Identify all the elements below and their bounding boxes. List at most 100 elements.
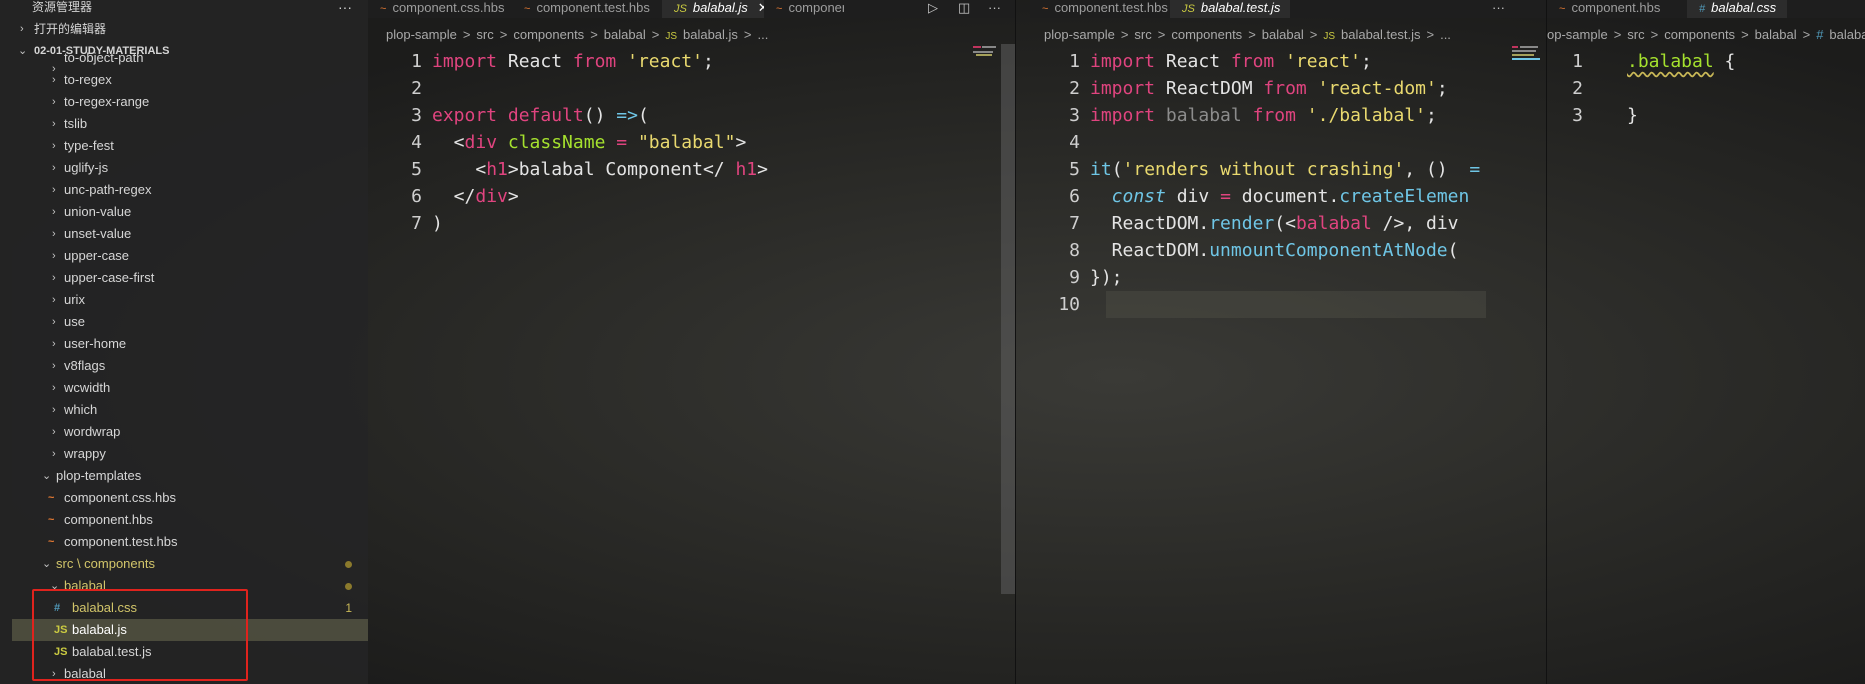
tree-item-package[interactable]: › union-value [12,201,368,223]
tree-item-package[interactable]: › unc-path-regex [12,179,368,201]
code-text: .balabal { [1627,48,1735,75]
tree-item-label: to-regex-range [64,94,150,109]
breadcrumb-item[interactable]: components [513,27,584,42]
breadcrumb-item[interactable]: ... [758,27,769,42]
breadcrumb: plop-sample > src > components > balabal > JS bal… [1044,26,1457,44]
tree-item-label: wrappy [64,446,106,461]
tree-item-package[interactable]: › to-regex-range [12,91,368,113]
tree-item-src-components[interactable]: ⌄ src \ components [12,553,368,575]
tree-item-label: to-regex [64,72,112,87]
breadcrumb-item[interactable]: components [1664,27,1735,42]
more-actions-button[interactable]: ··· [988,0,1001,18]
code-line: 9}); [1030,264,1546,291]
code-text: it('renders without crashing', () = [1090,156,1480,183]
more-actions-button[interactable]: ··· [1492,0,1505,18]
code-token: import [1090,51,1156,72]
breadcrumb-separator: > [1650,27,1659,42]
tab-balabal-test-js[interactable]: JSbalabal.test.js✕ [1170,0,1290,18]
chevron-right-icon: › [52,382,56,394]
code-line: 10 [1030,291,1546,318]
split-editor-icon[interactable]: ◫ [958,0,970,18]
code-token: </ [432,186,476,207]
tree-item-package[interactable]: › uglify-js [12,157,368,179]
breadcrumb-item[interactable]: src [1627,27,1644,42]
breadcrumb-item[interactable]: balabal.js [683,27,738,42]
breadcrumb-item[interactable]: op-sample [1547,27,1608,42]
code-token: />, div [1382,213,1459,234]
tree-item-package[interactable]: › urix [12,289,368,311]
code-line: 2 import ReactDOM from 'react-dom'; [1030,75,1546,102]
tree-item-package[interactable]: › wcwidth [12,377,368,399]
tab-component-test-hbs[interactable]: ~ component.test.hbs [512,0,656,18]
tree-item-package[interactable]: › to-regex [12,69,368,91]
tree-item-label: type-fest [64,138,114,153]
tab-componer[interactable]: ~ componer [764,0,844,18]
tree-item-package[interactable]: › upper-case [12,245,368,267]
breadcrumb-item[interactable]: ... [1440,27,1451,42]
vertical-scrollbar[interactable] [1001,44,1015,594]
tree-item-package[interactable]: › upper-case-first [12,267,368,289]
tree-item-label: upper-case-first [64,270,155,285]
breadcrumb-item[interactable]: balabal [1262,27,1304,42]
minimap[interactable] [973,44,1003,58]
tree-item-package[interactable]: › wordwrap [12,421,368,443]
code-editor[interactable]: 1 import React from 'react'; 2 3 export defa… [368,48,1015,237]
breadcrumb-item[interactable]: balabal [604,27,646,42]
tree-item-package[interactable]: › unset-value [12,223,368,245]
breadcrumb-item[interactable]: balabal.test.js [1341,27,1421,42]
tree-item-package[interactable]: › user-home [12,333,368,355]
tree-item-package[interactable]: › wrappy [12,443,368,465]
tree-item-label: which [64,402,98,417]
tree-item-package[interactable]: › tslib [12,113,368,135]
modified-dot-icon [345,583,352,590]
pane-divider[interactable] [1015,0,1016,684]
js-file-icon[interactable]: JS [665,31,677,42]
tree-item-package[interactable]: › v8flags [12,355,368,377]
line-number: 1 [1069,51,1080,72]
tab-component-css-hbs[interactable]: ~ component.css.hbs [368,0,506,18]
tab-component-hbs[interactable]: ~ component.hbs [1547,0,1687,18]
breadcrumb-item[interactable]: src [1134,27,1151,42]
run-icon[interactable]: ▷ [928,0,938,18]
tree-item-template[interactable]: ~ component.hbs [12,509,368,531]
tree-item-package[interactable]: › type-fest [12,135,368,157]
breadcrumb-item[interactable]: src [476,27,493,42]
code-token: from [572,51,617,72]
code-editor[interactable]: 1 import React from 'react'; 2 import React… [1030,48,1546,318]
tree-item-package[interactable]: › which [12,399,368,421]
minimap[interactable] [1512,44,1542,60]
code-token: h1 [486,159,508,180]
line-number: 3 [1572,105,1583,126]
breadcrumb-item[interactable]: balabal [1755,27,1797,42]
breadcrumb-item[interactable]: plop-sample [386,27,457,42]
breadcrumb-separator: > [1309,27,1318,42]
tab-component-test-hbs[interactable]: ~ component.test.hbs [1030,0,1170,18]
chevron-right-icon: › [52,228,56,240]
line-number: 7 [1069,213,1080,234]
open-editors-section[interactable]: › 打开的编辑器 [12,18,368,40]
code-token: > [757,159,768,180]
explorer-more-button[interactable]: ··· [338,0,352,18]
problem-count-badge: 1 [345,601,352,615]
tree-item-to-object-path[interactable]: › to-object-path [12,50,368,75]
tree-item-package[interactable]: › use [12,311,368,333]
css-file-icon[interactable]: # [1816,27,1823,42]
line-number: 4 [1069,132,1080,153]
tree-item-template[interactable]: ~ component.css.hbs [12,487,368,509]
tab-label: component.hbs [1571,0,1661,15]
js-file-icon[interactable]: JS [1323,31,1335,42]
close-icon[interactable]: ✕ [1786,0,1787,15]
current-line-highlight [1106,291,1486,318]
code-token: document. [1241,186,1340,207]
breadcrumb-item[interactable]: plop-sample [1044,27,1115,42]
breadcrumb-item[interactable]: components [1171,27,1242,42]
code-line: 1 import React from 'react'; [368,48,1015,75]
code-line: 6 </div> [368,183,1015,210]
tab-balabal-js[interactable]: JS balabal.js ✕ [662,0,764,18]
line-number: 2 [1069,78,1080,99]
tab-balabal-css[interactable]: # balabal.css ✕ [1687,0,1787,18]
breadcrumb-item[interactable]: balabal.c [1829,27,1865,42]
tree-item-template[interactable]: ~ component.test.hbs [12,531,368,553]
tree-item-plop-templates[interactable]: ⌄ plop-templates [12,465,368,487]
code-editor[interactable]: 1 .balabal {2 3} [1547,48,1865,129]
